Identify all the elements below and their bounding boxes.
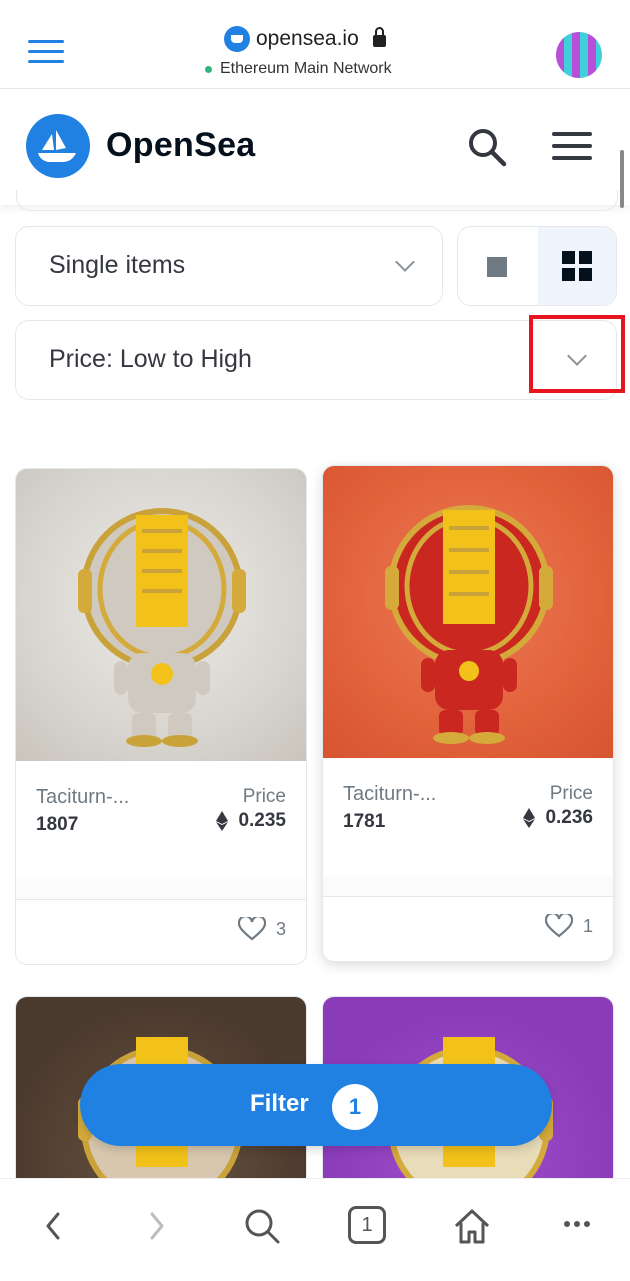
- item-type-select[interactable]: Single items: [15, 226, 443, 306]
- browser-bottom-bar: [0, 1178, 630, 1281]
- sort-value: Price: Low to High: [49, 345, 252, 373]
- square-icon: [487, 257, 507, 277]
- menu-icon[interactable]: [552, 132, 592, 162]
- like-count: 3: [275, 918, 286, 939]
- single-view-button[interactable]: [458, 227, 538, 305]
- card-band: [16, 879, 306, 899]
- scrollbar[interactable]: [620, 150, 624, 208]
- search-icon[interactable]: [466, 126, 508, 168]
- tabs-button[interactable]: 1: [348, 1206, 386, 1244]
- network-status-dot: [205, 65, 212, 73]
- forward-icon[interactable]: [144, 1206, 168, 1251]
- favorite-button[interactable]: 1: [544, 914, 593, 938]
- nft-card[interactable]: Taciturn-... 1781 Price 0.236 1: [322, 465, 614, 962]
- url-display[interactable]: opensea.io: [224, 26, 386, 52]
- opensea-logo-icon[interactable]: [26, 114, 90, 178]
- price-value-row: 0.236: [523, 807, 593, 829]
- nft-number: 1781: [343, 811, 386, 832]
- view-toggle[interactable]: [457, 226, 617, 306]
- chevron-down-icon: [395, 252, 415, 272]
- grid-view-button[interactable]: [538, 227, 616, 305]
- ethereum-icon: [523, 808, 536, 828]
- nft-image[interactable]: [323, 466, 613, 758]
- like-count: 1: [582, 915, 593, 936]
- nft-image[interactable]: [16, 469, 306, 761]
- ethereum-icon: [216, 811, 229, 831]
- tabs-count: 1: [361, 1214, 373, 1236]
- heart-icon: [237, 917, 266, 941]
- site-header: [0, 89, 630, 205]
- filter-button[interactable]: Filter 1: [80, 1064, 552, 1146]
- nft-card[interactable]: Taciturn-... 1807 Price 0.235 3: [15, 468, 307, 965]
- home-icon[interactable]: [452, 1206, 492, 1251]
- price-label: Price: [549, 783, 593, 804]
- more-options-icon[interactable]: [562, 1214, 592, 1239]
- back-icon[interactable]: [42, 1206, 66, 1251]
- favorite-button[interactable]: 3: [237, 917, 286, 941]
- nft-name: Taciturn-...: [36, 786, 130, 808]
- highlight-box: [529, 315, 625, 393]
- browser-menu-icon[interactable]: [28, 40, 64, 66]
- price-value: 0.236: [545, 807, 593, 828]
- wallet-avatar[interactable]: [556, 32, 602, 78]
- heart-icon: [544, 914, 573, 938]
- card-band: [323, 876, 613, 896]
- sort-select[interactable]: Price: Low to High: [15, 320, 617, 400]
- price-value-row: 0.235: [216, 810, 286, 832]
- price-value: 0.235: [238, 810, 286, 831]
- filter-label: Filter: [250, 1090, 309, 1117]
- filter-count-badge: 1: [332, 1084, 378, 1130]
- price-label: Price: [242, 786, 286, 807]
- nft-name: Taciturn-...: [343, 783, 437, 805]
- lock-icon: [372, 27, 386, 47]
- nft-number: 1807: [36, 814, 79, 835]
- network-label: Ethereum Main Network: [220, 60, 392, 77]
- item-type-value: Single items: [49, 251, 186, 279]
- url-text: opensea.io: [256, 27, 359, 50]
- network-indicator: Ethereum Main Network: [205, 60, 392, 78]
- collapsed-panel-edge: [16, 190, 618, 211]
- brand-name[interactable]: OpenSea: [106, 126, 256, 165]
- search-icon[interactable]: [242, 1206, 282, 1251]
- site-favicon-icon: [224, 26, 250, 52]
